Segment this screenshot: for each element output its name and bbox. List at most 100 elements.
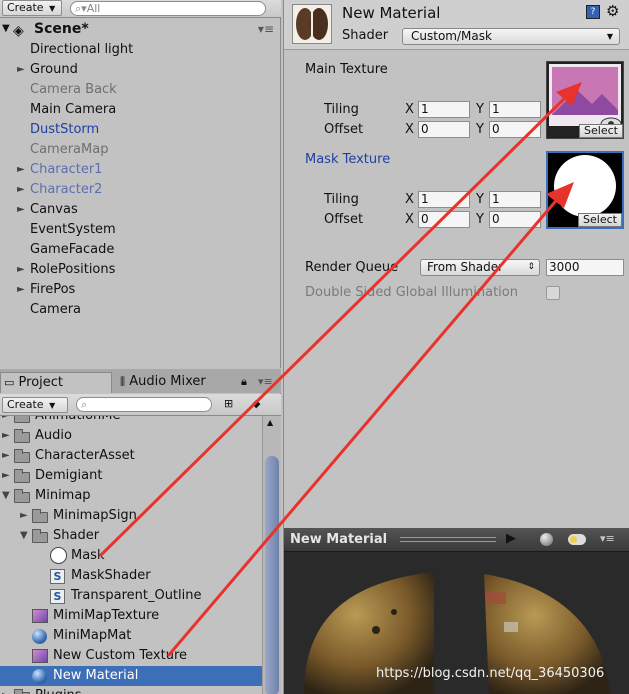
hierarchy-search-input[interactable]: ⌕▾All: [70, 1, 266, 16]
project-item[interactable]: S Transparent_Outline: [0, 586, 262, 606]
chevron-updown-icon: ⇕: [527, 262, 535, 272]
hierarchy-item[interactable]: ► Character1: [0, 160, 278, 180]
expand-arrow-icon[interactable]: ►: [17, 280, 25, 300]
project-item[interactable]: New Custom Texture: [0, 646, 262, 666]
main-texture-select-button[interactable]: Select: [579, 124, 623, 138]
expand-arrow-icon[interactable]: ►: [17, 180, 25, 200]
hierarchy-item[interactable]: CameraMap: [0, 140, 278, 160]
chevron-down-icon[interactable]: ▼: [20, 526, 28, 546]
main-tiling-x-field[interactable]: 1: [418, 101, 470, 118]
material-sphere-icon: [32, 669, 47, 684]
hierarchy-item[interactable]: Camera: [0, 300, 278, 320]
project-item[interactable]: New Material: [0, 666, 262, 686]
project-item[interactable]: ► Plugins: [0, 686, 262, 694]
project-search-input[interactable]: ⌕: [76, 397, 212, 412]
project-item[interactable]: S MaskShader: [0, 566, 262, 586]
mask-tiling-y-field[interactable]: 1: [489, 191, 541, 208]
project-list: ► AnimationMe ► Audio ► CharacterAsset ► Demigi…: [0, 416, 262, 694]
audio-mixer-icon: ⫼: [120, 375, 126, 388]
double-sided-gi-checkbox[interactable]: [546, 286, 560, 300]
tab-audio-mixer[interactable]: ⫼ Audio Mixer: [120, 372, 206, 393]
shader-dropdown[interactable]: Custom/Mask ▼: [402, 28, 620, 45]
folder-icon: [32, 509, 48, 523]
expand-arrow-icon[interactable]: ►: [17, 60, 25, 80]
shader-file-icon: S: [50, 589, 65, 604]
expand-arrow-icon[interactable]: ►: [2, 466, 10, 486]
render-queue-label: Render Queue: [305, 260, 399, 275]
preview-drag-handle[interactable]: [400, 537, 496, 542]
filter-label-icon[interactable]: ◆: [252, 397, 260, 410]
hierarchy-item-label: Ground: [30, 62, 78, 77]
expand-arrow-icon[interactable]: ►: [20, 506, 28, 526]
project-item[interactable]: Mask: [0, 546, 262, 566]
project-item[interactable]: ► Audio: [0, 426, 262, 446]
hierarchy-item[interactable]: Main Camera: [0, 100, 278, 120]
filter-type-icon[interactable]: ⊞: [224, 397, 233, 410]
project-item[interactable]: ▼ Minimap: [0, 486, 262, 506]
menu-icon[interactable]: ▾≡: [258, 375, 273, 388]
scene-title: Scene*: [34, 21, 89, 37]
sphere-preview-icon[interactable]: [540, 533, 553, 546]
hierarchy-item[interactable]: ► Canvas: [0, 200, 278, 220]
hierarchy-item[interactable]: Directional light: [0, 40, 278, 60]
menu-icon[interactable]: ▾≡: [600, 532, 615, 545]
play-icon[interactable]: ▶: [506, 531, 516, 546]
project-item[interactable]: ▼ Shader: [0, 526, 262, 546]
main-texture-slot[interactable]: Select: [546, 61, 624, 139]
hierarchy-item[interactable]: EventSystem: [0, 220, 278, 240]
expand-arrow-icon[interactable]: ►: [17, 200, 25, 220]
scene-header[interactable]: ▼ ◈ Scene* ▾≡: [0, 19, 280, 39]
tab-project-label: Project: [18, 375, 64, 390]
project-scrollbar[interactable]: ▲: [262, 416, 281, 694]
project-item[interactable]: MimiMapTexture: [0, 606, 262, 626]
mask-tiling-x-field[interactable]: 1: [418, 191, 470, 208]
expand-arrow-icon[interactable]: ►: [2, 426, 10, 446]
menu-icon[interactable]: ▾≡: [258, 19, 274, 39]
hierarchy-item[interactable]: ► Character2: [0, 180, 278, 200]
mask-texture-slot[interactable]: Select: [546, 151, 624, 229]
expand-arrow-icon[interactable]: ►: [2, 446, 10, 466]
project-item[interactable]: MiniMapMat: [0, 626, 262, 646]
mask-offset-x-field[interactable]: 0: [418, 211, 470, 228]
hierarchy-item-label: Character2: [30, 182, 103, 197]
project-item[interactable]: ► CharacterAsset: [0, 446, 262, 466]
scroll-up-arrow-icon[interactable]: ▲: [267, 418, 273, 427]
main-offset-x-field[interactable]: 0: [418, 121, 470, 138]
hierarchy-create-button[interactable]: Create ▼: [2, 0, 62, 16]
project-item[interactable]: ► Demigiant: [0, 466, 262, 486]
expand-arrow-icon[interactable]: ►: [17, 160, 25, 180]
main-tiling-label: Tiling: [324, 102, 359, 117]
expand-arrow-icon[interactable]: ►: [17, 260, 25, 280]
project-item[interactable]: ► AnimationMe: [0, 416, 262, 426]
chevron-down-icon[interactable]: ▼: [2, 486, 10, 506]
hierarchy-item[interactable]: ► RolePositions: [0, 260, 278, 280]
render-queue-value-field[interactable]: 3000: [546, 259, 624, 276]
project-create-button[interactable]: Create ▼: [2, 397, 68, 413]
expand-arrow-icon[interactable]: ►: [2, 686, 10, 694]
hierarchy-item[interactable]: Camera Back: [0, 80, 278, 100]
mask-offset-y-field[interactable]: 0: [489, 211, 541, 228]
main-tiling-y-field[interactable]: 1: [489, 101, 541, 118]
folder-icon: [14, 449, 30, 463]
mask-texture-select-button[interactable]: Select: [578, 213, 622, 227]
render-queue-mode-dropdown[interactable]: From Shader ⇕: [420, 259, 540, 276]
hierarchy-item-label: Main Camera: [30, 102, 117, 117]
folder-icon: [14, 489, 30, 503]
help-book-icon[interactable]: ?: [586, 5, 600, 19]
project-item[interactable]: ► MinimapSign: [0, 506, 262, 526]
hierarchy-item[interactable]: ► FirePos: [0, 280, 278, 300]
hierarchy-item-label: DustStorm: [30, 122, 100, 137]
light-toggle-icon[interactable]: [568, 534, 586, 545]
expand-arrow-icon[interactable]: ►: [2, 416, 10, 426]
chevron-down-icon: ▼: [49, 401, 56, 410]
lock-icon[interactable]: 🔒︎: [241, 375, 247, 389]
hierarchy-item[interactable]: GameFacade: [0, 240, 278, 260]
main-offset-y-field[interactable]: 0: [489, 121, 541, 138]
folder-icon: [32, 529, 48, 543]
tab-project[interactable]: ▭ Project: [0, 372, 112, 393]
project-item-label: Demigiant: [35, 468, 103, 483]
hierarchy-item[interactable]: DustStorm: [0, 120, 278, 140]
hierarchy-item[interactable]: ► Ground: [0, 60, 278, 80]
scroll-thumb[interactable]: [265, 456, 279, 694]
gear-icon[interactable]: ⚙: [606, 2, 619, 20]
